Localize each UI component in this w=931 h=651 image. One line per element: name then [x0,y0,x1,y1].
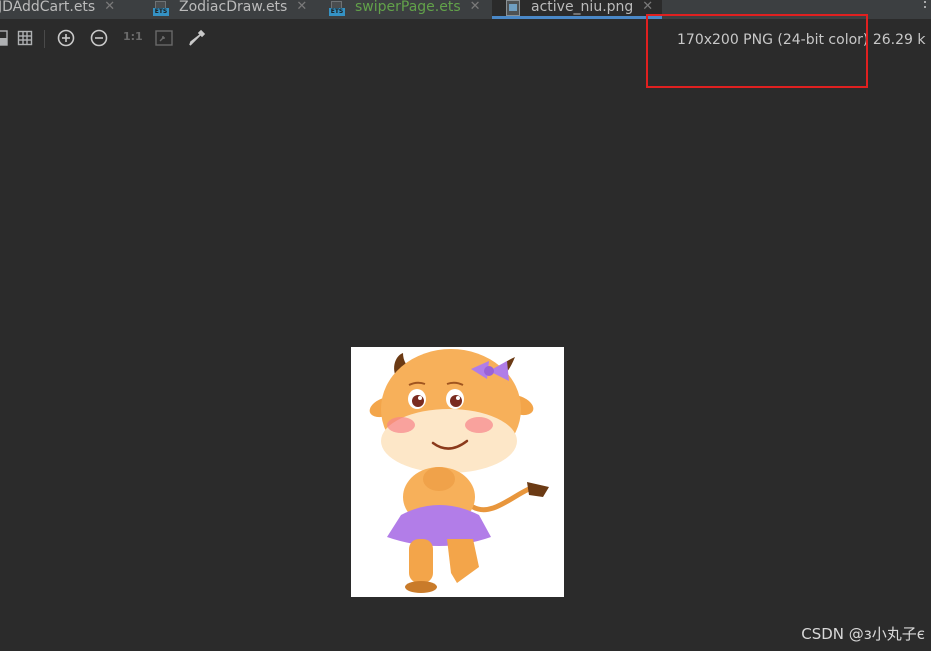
more-tabs-icon[interactable] [923,0,927,19]
tab-jdaddcart[interactable]: JDAddCart.ets ✕ [0,0,115,19]
tab-swiperpage[interactable]: ETS swiperPage.ets ✕ [329,0,481,19]
actual-size-icon[interactable]: 1:1 [123,30,143,43]
grid-icon[interactable] [15,28,35,48]
tab-zodiacdraw[interactable]: ETS ZodiacDraw.ets ✕ [153,0,307,19]
png-file-icon [505,0,521,17]
zoom-out-icon[interactable] [89,28,109,48]
close-tab-icon[interactable]: ✕ [470,0,481,14]
tab-label: swiperPage.ets [355,0,461,15]
cartoon-calf-image [351,347,564,597]
toolbar-separator [44,30,45,48]
zoom-in-icon[interactable] [56,28,76,48]
ets-file-icon: ETS [329,0,345,17]
ets-file-icon: ETS [153,0,169,17]
chessboard-icon[interactable] [0,28,10,48]
close-tab-icon[interactable]: ✕ [642,0,653,14]
highlight-annotation-box [646,14,868,88]
tab-label: ZodiacDraw.ets [179,0,288,15]
tab-active-niu[interactable]: active_niu.png ✕ [492,0,662,19]
close-tab-icon[interactable]: ✕ [104,0,115,14]
close-tab-icon[interactable]: ✕ [296,0,307,14]
color-picker-icon[interactable] [187,28,207,48]
fit-zoom-icon[interactable] [154,28,174,48]
tab-label: active_niu.png [531,0,634,15]
csdn-watermark: CSDN @з小丸子є [801,625,925,643]
tab-label: JDAddCart.ets [0,0,96,15]
